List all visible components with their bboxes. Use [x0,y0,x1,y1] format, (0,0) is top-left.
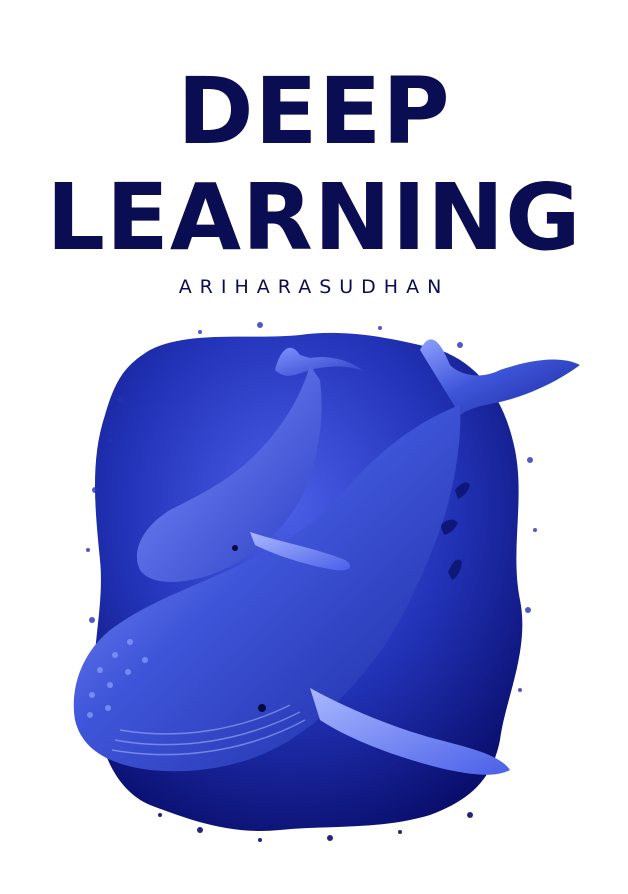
author-name: ARIHARASUDHAN [178,276,450,298]
calf-whale-eye-icon [232,545,238,551]
title-line-2: LEARNING [46,164,582,271]
whale-illustration [73,322,580,842]
title-line-1: DEEP [177,58,451,165]
book-cover: DEEP LEARNING ARIHARASUDHAN [0,0,628,894]
mother-whale-eye-icon [258,704,266,712]
